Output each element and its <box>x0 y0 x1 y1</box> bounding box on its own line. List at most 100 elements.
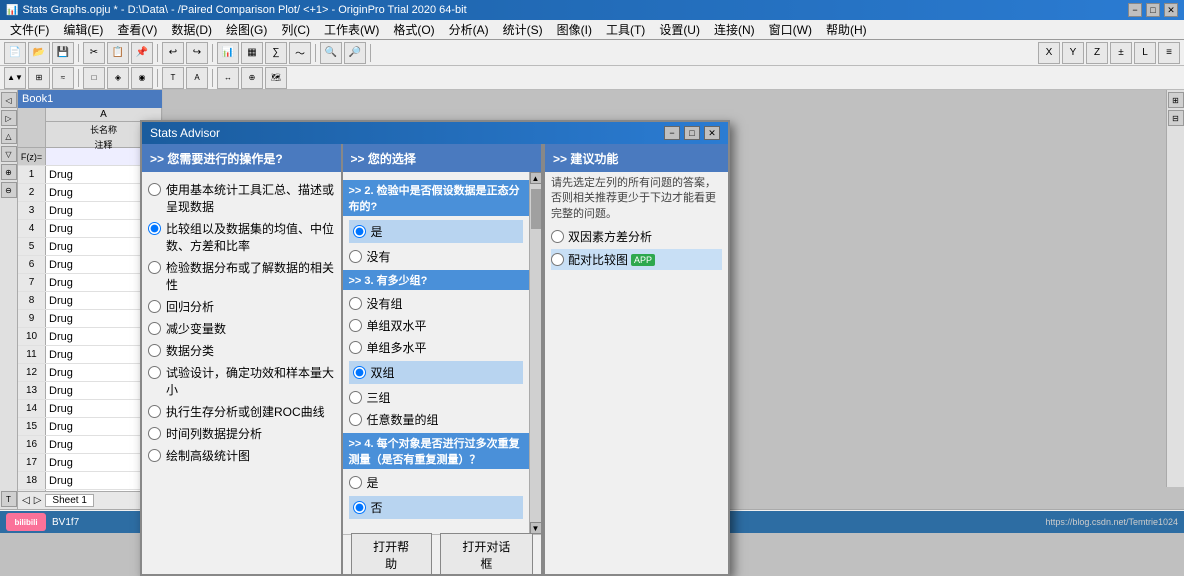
tb-y[interactable]: Y <box>1062 42 1084 64</box>
tb-fit[interactable]: 〜 <box>289 42 311 64</box>
tb2-btn4[interactable]: □ <box>83 67 105 89</box>
q4-yes[interactable]: 是 <box>349 474 524 491</box>
op-option-2[interactable]: 检验数据分布或了解数据的相关性 <box>148 259 335 293</box>
op-option-7[interactable]: 执行生存分析或创建ROC曲线 <box>148 403 335 420</box>
op-option-1[interactable]: 比较组以及数据集的均值、中位数、方差和比率 <box>148 220 335 254</box>
menu-plot[interactable]: 绘图(G) <box>220 20 273 39</box>
menu-help[interactable]: 帮助(H) <box>820 20 873 39</box>
menu-data[interactable]: 数据(D) <box>165 20 218 39</box>
tb-new[interactable]: 📄 <box>4 42 26 64</box>
q4-highlight: 否 <box>349 496 524 519</box>
menu-tools[interactable]: 工具(T) <box>600 20 651 39</box>
op-option-0[interactable]: 使用基本统计工具汇总、描述或呈现数据 <box>148 181 335 215</box>
col3-panel: >> 建议功能 请先选定左列的所有问题的答案，否则相关推荐更少于下边才能看更完整… <box>543 144 728 574</box>
q2-header: >> 2. 检验中是否假设数据是正态分布的? <box>343 180 530 216</box>
tb-open[interactable]: 📂 <box>28 42 50 64</box>
menu-image[interactable]: 图像(I) <box>551 20 598 39</box>
rec-badge-1: APP <box>631 254 655 266</box>
tb-z[interactable]: Z <box>1086 42 1108 64</box>
tb2-btn3[interactable]: ≈ <box>52 67 74 89</box>
menu-stats[interactable]: 统计(S) <box>497 20 549 39</box>
q2-yes[interactable]: 是 <box>353 223 520 240</box>
q3-opt5[interactable]: 任意数量的组 <box>349 411 524 428</box>
tb2-btn11[interactable]: 🗺 <box>265 67 287 89</box>
menu-window[interactable]: 窗口(W) <box>763 20 818 39</box>
tb-redo[interactable]: ↪ <box>186 42 208 64</box>
menu-settings[interactable]: 设置(U) <box>653 20 706 39</box>
tb-copy[interactable]: 📋 <box>107 42 129 64</box>
q2-no[interactable]: 没有 <box>349 248 524 265</box>
tb-undo[interactable]: ↩ <box>162 42 184 64</box>
op-option-6[interactable]: 试验设计，确定功效和样本量大小 <box>148 364 335 398</box>
rec-opt-1[interactable]: 配对比较图 APP <box>551 249 722 270</box>
tb-graph[interactable]: 📊 <box>217 42 239 64</box>
tb-table[interactable]: ▦ <box>241 42 263 64</box>
tb-label[interactable]: L <box>1134 42 1156 64</box>
tb2-btn7[interactable]: T <box>162 67 184 89</box>
op-radio-3[interactable] <box>148 300 161 313</box>
op-radio-5[interactable] <box>148 344 161 357</box>
tb-cut[interactable]: ✂ <box>83 42 105 64</box>
close-button[interactable]: ✕ <box>1164 3 1178 17</box>
tb-zoom-out[interactable]: 🔎 <box>344 42 366 64</box>
dialog-maximize[interactable]: □ <box>684 126 700 140</box>
title-bar: 📊 Stats Graphs.opju * - D:\Data\ - /Pair… <box>0 0 1184 20</box>
q3-opt1[interactable]: 单组双水平 <box>349 317 524 334</box>
tb-zoom-in[interactable]: 🔍 <box>320 42 342 64</box>
minimize-button[interactable]: − <box>1128 3 1142 17</box>
scroll-up[interactable]: ▲ <box>530 172 542 184</box>
op-radio-1[interactable] <box>148 222 161 235</box>
q3-opt2[interactable]: 单组多水平 <box>349 339 524 356</box>
op-radio-8[interactable] <box>148 427 161 440</box>
rec-opt-0[interactable]: 双因素方差分析 <box>551 228 722 245</box>
menu-format[interactable]: 格式(O) <box>387 20 440 39</box>
op-option-4[interactable]: 减少变量数 <box>148 320 335 337</box>
menu-connect[interactable]: 连接(N) <box>708 20 761 39</box>
op-radio-6[interactable] <box>148 366 161 379</box>
tb2-btn1[interactable]: ▲▼ <box>4 67 26 89</box>
col2-scrollbar[interactable]: ▲ ▼ <box>529 172 541 534</box>
op-radio-4[interactable] <box>148 322 161 335</box>
tb2-btn9[interactable]: ↔ <box>217 67 239 89</box>
scroll-thumb[interactable] <box>531 189 541 229</box>
op-label-1: 比较组以及数据集的均值、中位数、方差和比率 <box>166 220 335 254</box>
q3-opt3[interactable]: 双组 <box>353 364 520 381</box>
help-button[interactable]: 打开帮助 <box>351 533 432 575</box>
tb-err[interactable]: ± <box>1110 42 1132 64</box>
maximize-button[interactable]: □ <box>1146 3 1160 17</box>
dialog-footer: 打开帮助 打开对话框 <box>343 534 542 574</box>
menu-edit[interactable]: 编辑(E) <box>57 20 109 39</box>
op-radio-0[interactable] <box>148 183 161 196</box>
op-label-2: 检验数据分布或了解数据的相关性 <box>166 259 335 293</box>
tb-save[interactable]: 💾 <box>52 42 74 64</box>
op-option-9[interactable]: 绘制高级统计图 <box>148 447 335 464</box>
q3-opt4[interactable]: 三组 <box>349 389 524 406</box>
menu-view[interactable]: 查看(V) <box>111 20 163 39</box>
tb-paste[interactable]: 📌 <box>131 42 153 64</box>
tb2-btn10[interactable]: ⊕ <box>241 67 263 89</box>
tb-x[interactable]: X <box>1038 42 1060 64</box>
dialog-close[interactable]: ✕ <box>704 126 720 140</box>
op-option-5[interactable]: 数据分类 <box>148 342 335 359</box>
op-radio-9[interactable] <box>148 449 161 462</box>
op-radio-2[interactable] <box>148 261 161 274</box>
tb2-btn6[interactable]: ◉ <box>131 67 153 89</box>
menu-col[interactable]: 列(C) <box>275 20 316 39</box>
menu-worksheet[interactable]: 工作表(W) <box>318 20 385 39</box>
menu-file[interactable]: 文件(F) <box>4 20 55 39</box>
open-dialog-button[interactable]: 打开对话框 <box>440 533 533 575</box>
q4-no[interactable]: 否 <box>353 499 520 516</box>
op-radio-7[interactable] <box>148 405 161 418</box>
menu-analysis[interactable]: 分析(A) <box>443 20 495 39</box>
tb2-btn2[interactable]: ⊞ <box>28 67 50 89</box>
dialog-title-bar: Stats Advisor − □ ✕ <box>142 122 728 144</box>
dialog-minimize[interactable]: − <box>664 126 680 140</box>
tb-stats[interactable]: ∑ <box>265 42 287 64</box>
q3-opt0[interactable]: 没有组 <box>349 295 524 312</box>
op-option-3[interactable]: 回归分析 <box>148 298 335 315</box>
tb2-btn5[interactable]: ◈ <box>107 67 129 89</box>
op-option-8[interactable]: 时间列数据提分析 <box>148 425 335 442</box>
tb2-btn8[interactable]: A <box>186 67 208 89</box>
main-area: ◁ ▷ △ ▽ ⊕ ⊖ T Book1 A 长名称 注释 F(z)= <box>0 90 1184 509</box>
tb-format[interactable]: ≡ <box>1158 42 1180 64</box>
